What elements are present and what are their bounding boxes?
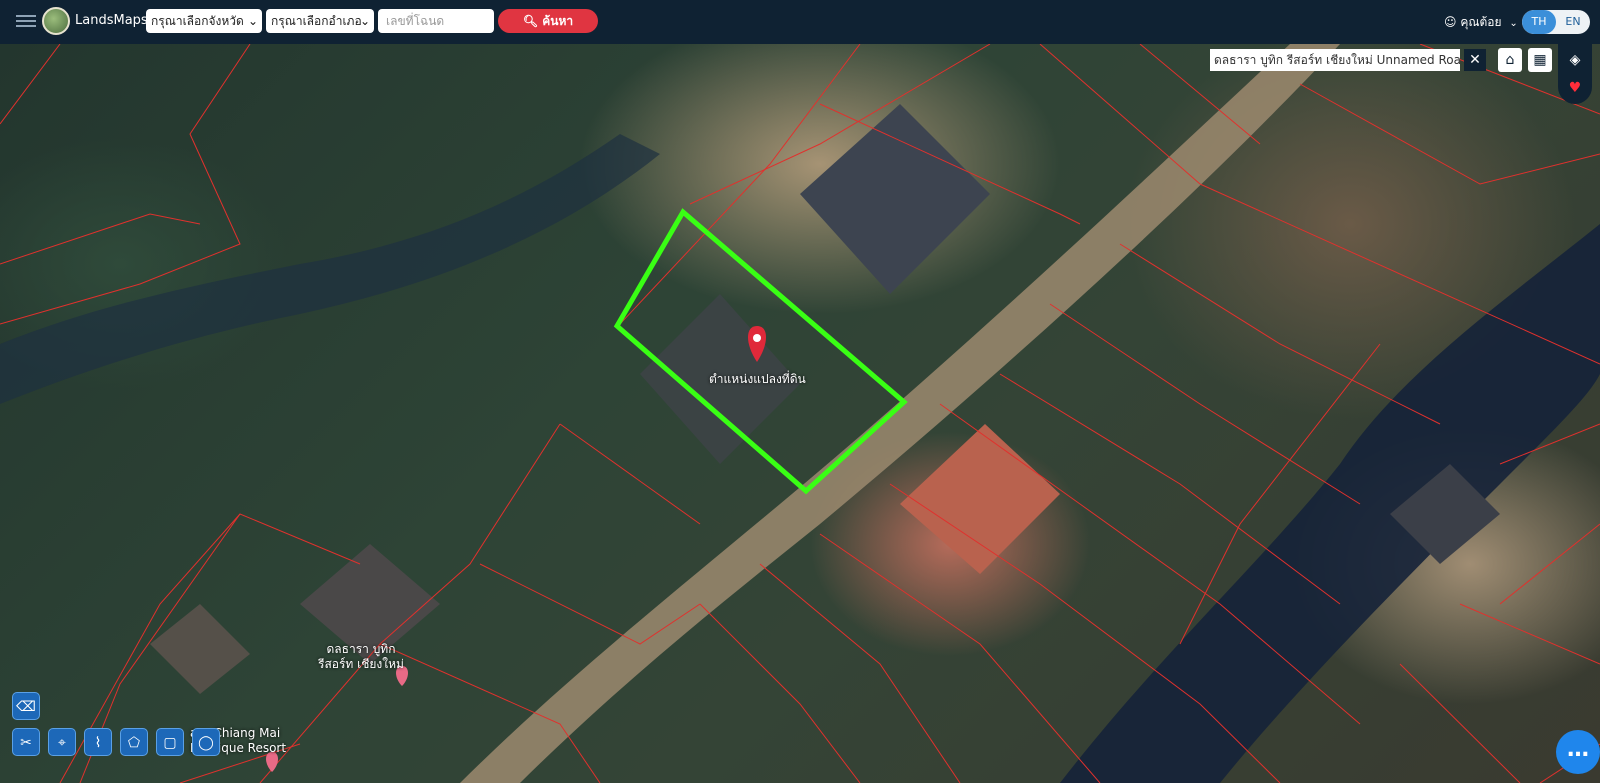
province-select[interactable]: กรุณาเลือกจังหวัด ⌄ <box>146 9 262 33</box>
place-label-line1: ดลธารา บูทิก <box>326 642 396 656</box>
layers-icon[interactable]: ◈ <box>1565 50 1585 70</box>
circle-tool-button[interactable]: ◯ <box>192 728 220 756</box>
home-icon[interactable]: ⌂ <box>1498 48 1522 72</box>
heart-icon[interactable]: ♥ <box>1565 78 1585 98</box>
parcel-boundaries <box>0 44 1600 783</box>
eraser-tool-button[interactable]: ⌫ <box>12 692 40 720</box>
eraser-icon: ⌫ <box>16 699 36 715</box>
polygon-tool-button[interactable]: ⬠ <box>120 728 148 756</box>
search-button[interactable]: 🔍︎ ค้นหา <box>498 9 598 33</box>
brand-name: LandsMaps <box>75 13 148 28</box>
brand-logo[interactable] <box>42 7 70 35</box>
right-control-panel: ◈ ♥ <box>1558 44 1592 104</box>
lang-en-option[interactable]: EN <box>1556 10 1590 34</box>
parcel-pin-label: ตำแหน่งแปลงที่ดิน <box>709 372 806 386</box>
creek <box>0 134 660 404</box>
place-label: ดลธารา บูทิก รีสอร์ท เชียงใหม่ <box>318 642 404 672</box>
chevron-down-icon: ⌄ <box>359 14 370 28</box>
rectangle-icon: ▢ <box>163 735 177 751</box>
user-menu[interactable]: ☺ คุณต้อย ⌄ <box>1444 13 1518 32</box>
polygon-icon: ⬠ <box>127 735 141 751</box>
district-select-label: กรุณาเลือกอำเภอ <box>271 14 362 28</box>
language-toggle[interactable]: TH EN <box>1522 10 1590 34</box>
user-name: คุณต้อย <box>1460 15 1502 29</box>
user-icon: ☺ <box>1444 15 1457 29</box>
ruler-icon: ✂ <box>20 735 32 751</box>
satellite-map[interactable]: ตำแหน่งแปลงที่ดิน ดลธารา บูทิก รีสอร์ท เ… <box>0 44 1600 783</box>
lang-th-option[interactable]: TH <box>1522 10 1556 34</box>
circle-icon: ◯ <box>198 735 214 751</box>
rectangle-tool-button[interactable]: ▢ <box>156 728 184 756</box>
district-select[interactable]: กรุณาเลือกอำเภอ ⌄ <box>266 9 374 33</box>
close-icon[interactable]: ✕ <box>1464 49 1486 71</box>
top-bar: LandsMaps กรุณาเลือกจังหวัด ⌄ กรุณาเลือก… <box>0 0 1600 44</box>
building-roof <box>150 604 250 694</box>
grid-icon[interactable]: ▦ <box>1528 48 1552 72</box>
address-box[interactable]: ดลธารา บูทิก รีสอร์ท เชียงใหม่ Unnamed R… <box>1210 49 1460 71</box>
search-icon: 🔍︎ <box>522 14 539 28</box>
hamburger-icon[interactable] <box>16 12 36 32</box>
polyline-icon: ⌇ <box>94 735 102 751</box>
map-overlay <box>0 44 1600 783</box>
measure-tool-button[interactable]: ✂ <box>12 728 40 756</box>
chevron-down-icon: ⌄ <box>247 14 258 28</box>
building-roof-red <box>900 424 1060 574</box>
province-select-label: กรุณาเลือกจังหวัด <box>151 14 244 28</box>
building-roof <box>800 104 990 294</box>
place-label-line2: รีสอร์ท เชียงใหม่ <box>318 657 404 671</box>
marker-icon: ⌖ <box>58 735 66 751</box>
chevron-down-icon: ⌄ <box>1509 18 1518 29</box>
river <box>1060 224 1600 783</box>
polyline-tool-button[interactable]: ⌇ <box>84 728 112 756</box>
search-button-label: ค้นหา <box>542 14 574 28</box>
marker-tool-button[interactable]: ⌖ <box>48 728 76 756</box>
deed-number-input[interactable] <box>378 9 494 33</box>
more-icon[interactable]: … <box>1556 730 1600 774</box>
